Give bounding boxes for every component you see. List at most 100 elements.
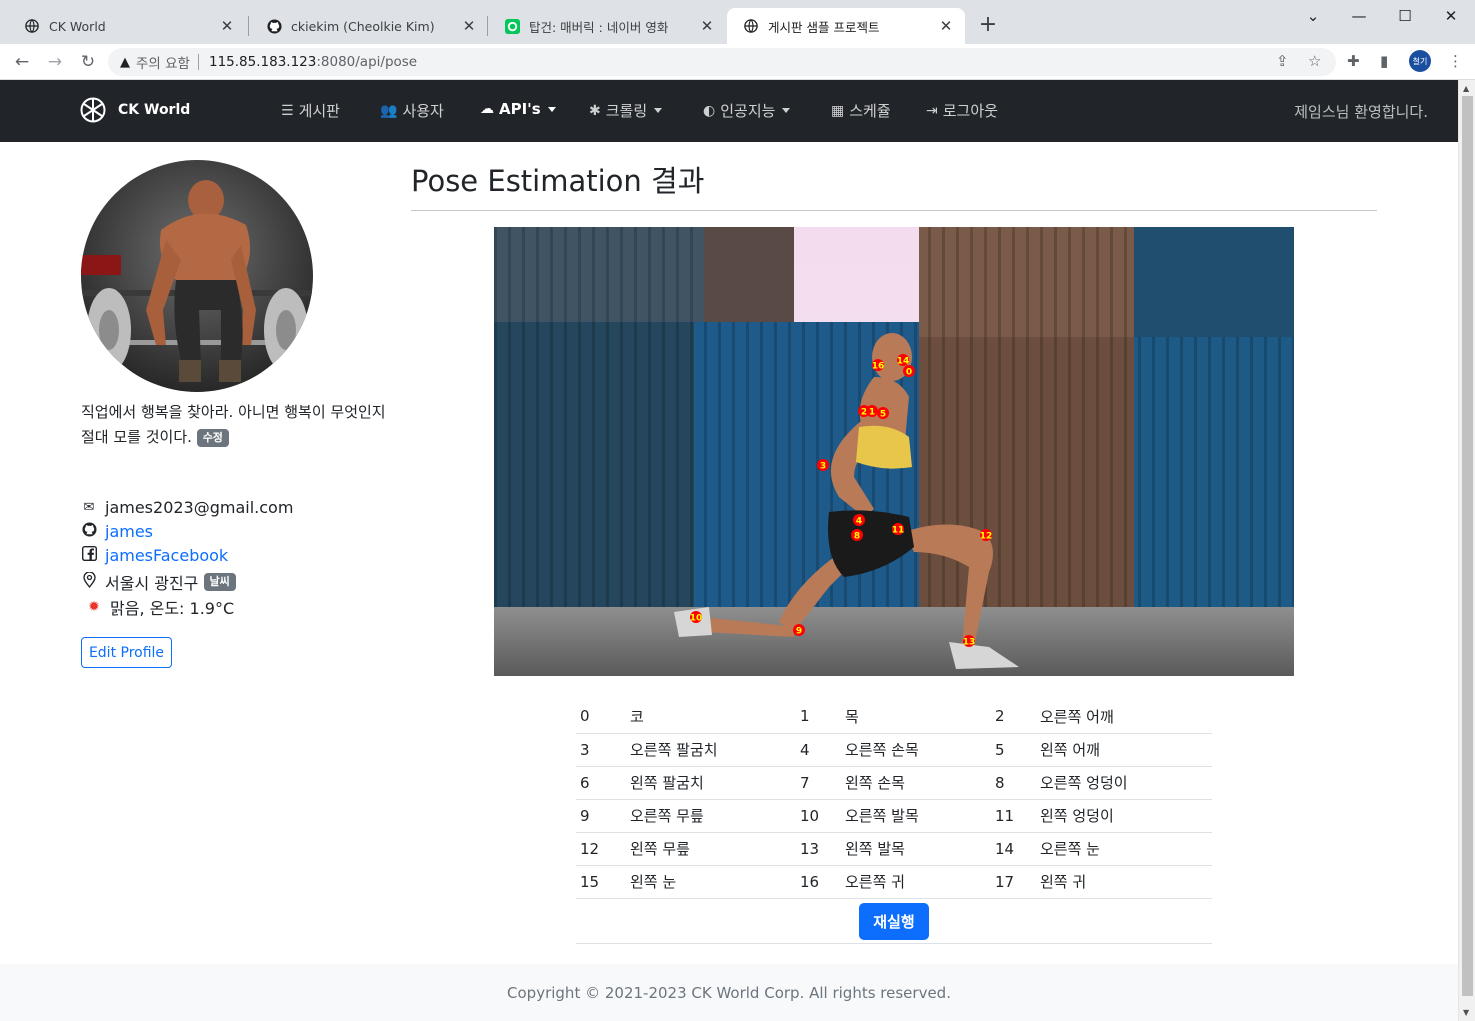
browser-tab-naver-movie[interactable]: 탑건: 매버릭 : 네이버 영화 ✕: [488, 8, 726, 44]
copyright-text: Copyright © 2021-2023 CK World Corp. All…: [507, 984, 951, 1002]
keypoint-marker: 16: [872, 359, 885, 372]
keypoint-name: 왼쪽 무릎: [626, 832, 796, 866]
keypoint-marker-label: 1: [869, 408, 875, 418]
keypoint-index: 8: [991, 766, 1036, 800]
keypoint-marker-label: 11: [892, 526, 905, 536]
github-link[interactable]: james: [105, 522, 153, 541]
brand-link[interactable]: CK World: [80, 97, 190, 123]
edit-profile-button[interactable]: Edit Profile: [81, 637, 172, 668]
nav-crawling[interactable]: ✱ 크롤링: [589, 100, 663, 121]
nav-logout[interactable]: ⇥ 로그아웃: [926, 100, 998, 121]
nav-schedule[interactable]: ▦ 스케쥴: [831, 100, 891, 121]
side-panel-icon[interactable]: ▮: [1380, 52, 1388, 70]
close-icon[interactable]: ✕: [460, 17, 478, 35]
contact-facebook: jamesFacebook: [81, 546, 228, 565]
nav-users[interactable]: 👥 사용자: [380, 100, 444, 121]
browser-tab-ck-world[interactable]: CK World ✕: [8, 8, 246, 44]
page-title: Pose Estimation 결과: [411, 164, 705, 198]
keypoint-marker-label: 16: [872, 362, 885, 372]
new-tab-button[interactable]: +: [976, 13, 1000, 37]
keypoint-name: 왼쪽 눈: [626, 865, 796, 899]
menu-kebab-icon[interactable]: ⋮: [1448, 52, 1463, 70]
globe-icon: [743, 18, 759, 34]
keypoint-name: 왼쪽 귀: [1036, 865, 1212, 899]
forward-icon[interactable]: →: [43, 50, 67, 74]
keypoint-marker-label: 8: [854, 532, 860, 542]
extensions-icon[interactable]: ✚: [1347, 52, 1360, 70]
keypoint-index: 14: [991, 832, 1036, 866]
share-icon[interactable]: ⇪: [1276, 52, 1289, 70]
reload-icon[interactable]: ↻: [76, 50, 100, 74]
profile-avatar[interactable]: 철기: [1409, 50, 1431, 72]
page-scrollbar[interactable]: ▲ ▼: [1458, 80, 1475, 1021]
keypoint-table: 0 코 1 목 2 오른쪽 어깨 3 오른쪽 팔굼치 4 오른쪽 손목 5 왼쪽 어깨 6 왼쪽 팔굼치 7…: [576, 700, 1212, 899]
chevron-down-icon: [547, 106, 556, 112]
warning-icon[interactable]: ▲: [120, 55, 130, 70]
keypoint-index: 3: [576, 733, 626, 767]
tab-title: CK World: [49, 18, 106, 34]
profile-avatar-image: [81, 160, 313, 392]
tab-divider: [248, 16, 249, 36]
keypoint-name: 오른쪽 발목: [841, 799, 991, 833]
minimize-icon[interactable]: —: [1336, 4, 1382, 28]
brand-name: CK World: [118, 102, 191, 118]
keypoint-index: 1: [796, 700, 841, 734]
security-warning[interactable]: 주의 요함: [136, 52, 190, 72]
cloud-icon: ☁: [480, 101, 494, 117]
nav-ai[interactable]: ◐ 인공지능: [703, 100, 791, 121]
keypoint-marker: 10: [690, 611, 702, 624]
keypoint-marker-label: 4: [856, 517, 862, 527]
nav-apis[interactable]: ☁ API's: [480, 100, 556, 118]
maximize-icon[interactable]: ☐: [1382, 4, 1428, 28]
keypoint-name: 오른쪽 귀: [841, 865, 991, 899]
browser-tab-github[interactable]: ckiekim (Cheolkie Kim) ✕: [250, 8, 488, 44]
brain-icon: ◐: [703, 102, 716, 119]
keypoint-marker-label: 9: [796, 627, 802, 637]
footer: Copyright © 2021-2023 CK World Corp. All…: [0, 964, 1458, 1021]
scroll-down-icon[interactable]: ▼: [1463, 1008, 1469, 1017]
keypoint-index: 7: [796, 766, 841, 800]
github-icon: [81, 522, 97, 541]
facebook-link[interactable]: jamesFacebook: [105, 546, 228, 565]
profile-motto: 직업에서 행복을 찾아라. 아니면 행복이 무엇인지 절대 모를 것이다. 수정: [81, 400, 391, 450]
keypoint-name: 오른쪽 팔굼치: [626, 733, 796, 767]
keypoint-index: 12: [576, 832, 626, 866]
nav-label: 사용자: [402, 102, 444, 120]
close-icon[interactable]: ✕: [218, 17, 236, 35]
keypoint-name: 오른쪽 엉덩이: [1036, 766, 1212, 800]
globe-icon: [80, 97, 106, 123]
tab-search-icon[interactable]: ⌄: [1290, 4, 1336, 28]
rerun-button[interactable]: 재실행: [859, 903, 929, 940]
browser-tab-bar: CK World ✕ ckiekim (Cheolkie Kim) ✕ 탑건: …: [0, 0, 1475, 44]
email-text: james2023@gmail.com: [105, 498, 294, 517]
calendar-icon: ▦: [831, 102, 845, 119]
nav-board[interactable]: ☰ 게시판: [281, 100, 340, 121]
keypoint-marker: 11: [892, 523, 905, 536]
close-icon[interactable]: ✕: [698, 17, 716, 35]
keypoint-index: 13: [796, 832, 841, 866]
weather-badge[interactable]: 날씨: [203, 573, 236, 591]
tab-title: ckiekim (Cheolkie Kim): [291, 18, 435, 34]
back-icon[interactable]: ←: [10, 50, 34, 74]
keypoint-marker-label: 5: [880, 410, 886, 420]
url-field[interactable]: ▲ 주의 요함 115.85.183.123:8080/api/pose: [108, 48, 1336, 76]
keypoint-marker-label: 12: [980, 532, 993, 542]
close-icon[interactable]: ✕: [937, 17, 955, 35]
bookmark-star-icon[interactable]: ☆: [1308, 52, 1321, 70]
scroll-thumb[interactable]: [1462, 96, 1473, 996]
keypoint-name: 왼쪽 손목: [841, 766, 991, 800]
keypoint-index: 9: [576, 799, 626, 833]
table-row: 3 오른쪽 팔굼치 4 오른쪽 손목 5 왼쪽 어깨: [576, 733, 1212, 767]
keypoint-marker: 13: [963, 635, 975, 648]
keypoint-name: 왼쪽 발목: [841, 832, 991, 866]
keypoint-name: 왼쪽 팔굼치: [626, 766, 796, 800]
browser-tab-board-sample[interactable]: 게시판 샘플 프로젝트 ✕: [727, 8, 965, 44]
keypoint-name: 왼쪽 엉덩이: [1036, 799, 1212, 833]
edit-motto-badge[interactable]: 수정: [196, 428, 229, 447]
location-text: 서울시 광진구: [105, 574, 199, 593]
scroll-up-icon[interactable]: ▲: [1463, 84, 1469, 93]
keypoint-name: 목: [841, 700, 991, 734]
keypoint-marker-label: 3: [820, 462, 826, 472]
tab-title: 탑건: 매버릭 : 네이버 영화: [529, 19, 669, 35]
window-close-icon[interactable]: ✕: [1428, 4, 1474, 28]
